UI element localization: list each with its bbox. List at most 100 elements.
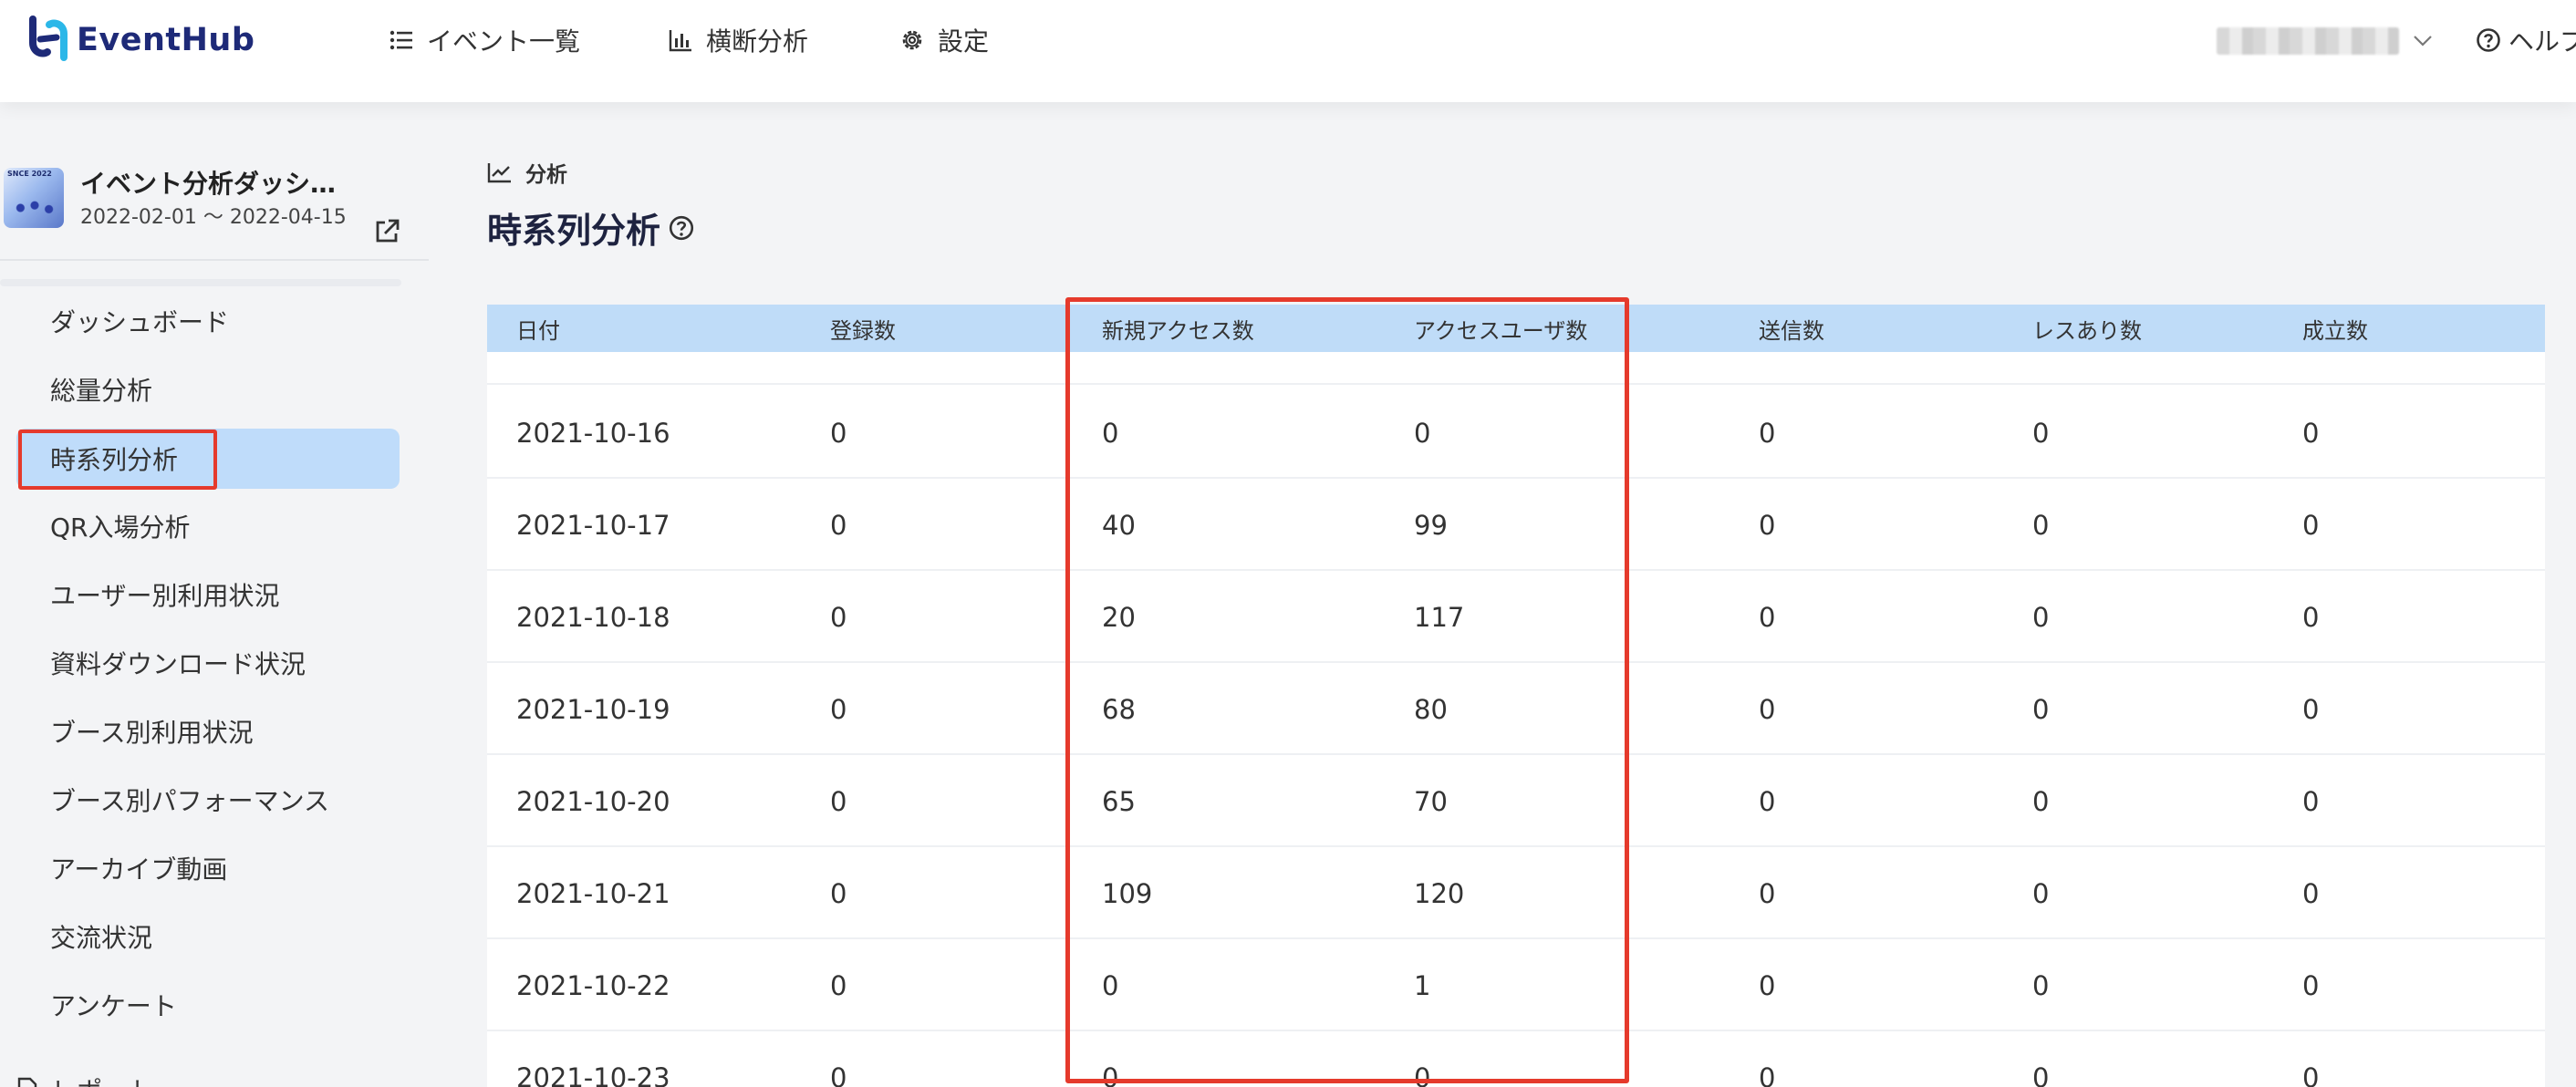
chevron-down-icon[interactable] — [2412, 31, 2434, 53]
sidebar-item-dashboard[interactable]: ダッシュボード — [0, 291, 400, 351]
bar-chart-icon — [668, 27, 693, 53]
sidebar-item-user-usage[interactable]: ユーザー別利用状況 — [0, 564, 400, 625]
nav-settings[interactable]: 設定 — [899, 22, 989, 58]
cell-matched: 0 — [2302, 601, 2320, 633]
cell-new-access: 0 — [1102, 1061, 1119, 1087]
event-title: イベント分析ダッシ… — [80, 169, 337, 199]
sidebar-item-label: ブース別利用状況 — [50, 718, 254, 748]
event-thumbnail-label: SNCE 2022 — [7, 170, 52, 178]
cell-new-access: 68 — [1102, 693, 1136, 725]
event-thumbnail: SNCE 2022 — [4, 168, 64, 228]
sidebar-scroll-shadow — [0, 279, 401, 286]
gear-icon — [899, 27, 925, 53]
cell-new-access: 0 — [1102, 969, 1119, 1001]
table-spacer — [487, 352, 2545, 385]
help-circle-icon — [2476, 27, 2501, 53]
cell-replied: 0 — [2032, 785, 2050, 817]
column-header-sent[interactable]: 送信数 — [1759, 305, 1824, 352]
column-header-access-users[interactable]: アクセスユーザ数 — [1414, 305, 1587, 352]
cell-registrations: 0 — [830, 785, 847, 817]
sidebar-item-label: 資料ダウンロード状況 — [50, 649, 306, 679]
cell-date: 2021-10-23 — [516, 1061, 670, 1087]
cell-matched: 0 — [2302, 877, 2320, 909]
sidebar: SNCE 2022 イベント分析ダッシ… 2022-02-01 〜 2022-0… — [0, 102, 429, 1087]
cell-new-access: 109 — [1102, 877, 1153, 909]
cell-access-users: 70 — [1414, 785, 1448, 817]
cell-new-access: 65 — [1102, 785, 1136, 817]
help-circle-icon[interactable] — [668, 214, 695, 242]
cell-new-access: 0 — [1102, 417, 1119, 449]
cell-matched: 0 — [2302, 1061, 2320, 1087]
cell-replied: 0 — [2032, 601, 2050, 633]
sidebar-item-qr-entry-analysis[interactable]: QR入場分析 — [0, 496, 400, 556]
cell-date: 2021-10-19 — [516, 693, 670, 725]
cell-replied: 0 — [2032, 693, 2050, 725]
event-dates: 2022-02-01 〜 2022-04-15 — [80, 206, 347, 229]
cell-registrations: 0 — [830, 693, 847, 725]
cell-access-users: 99 — [1414, 509, 1448, 541]
cell-access-users: 120 — [1414, 877, 1465, 909]
cell-date: 2021-10-16 — [516, 417, 670, 449]
help-link[interactable]: ヘルプ — [2476, 22, 2576, 58]
column-header-date[interactable]: 日付 — [516, 305, 560, 352]
cell-date: 2021-10-22 — [516, 969, 670, 1001]
sidebar-item-label: アーカイブ動画 — [50, 854, 228, 885]
table-row: 2021-10-17 0 40 99 0 0 0 — [487, 479, 2545, 571]
cell-registrations: 0 — [830, 877, 847, 909]
timeseries-table: 日付 登録数 新規アクセス数 アクセスユーザ数 送信数 レスあり数 成立数 20… — [487, 305, 2545, 1087]
eventhub-logo[interactable]: EventHub — [27, 15, 254, 66]
cell-sent: 0 — [1759, 509, 1776, 541]
user-menu[interactable] — [2217, 27, 2399, 55]
column-header-registrations[interactable]: 登録数 — [830, 305, 896, 352]
sidebar-item-label: 交流状況 — [50, 923, 153, 953]
cell-replied: 0 — [2032, 1061, 2050, 1087]
cell-replied: 0 — [2032, 417, 2050, 449]
table-row: 2021-10-22 0 0 1 0 0 0 — [487, 939, 2545, 1031]
cell-sent: 0 — [1759, 417, 1776, 449]
sidebar-item-label: ユーザー別利用状況 — [50, 581, 280, 611]
sidebar-item-label: アンケート — [50, 991, 177, 1021]
external-link-icon[interactable] — [372, 217, 401, 250]
cell-registrations: 0 — [830, 417, 847, 449]
table-row: 2021-10-19 0 68 80 0 0 0 — [487, 663, 2545, 755]
sidebar-divider — [0, 259, 429, 261]
cell-sent: 0 — [1759, 601, 1776, 633]
sidebar-item-timeseries-analysis[interactable]: 時系列分析 — [16, 429, 400, 489]
table-row: 2021-10-16 0 0 0 0 0 0 — [487, 387, 2545, 479]
nav-cross-analysis[interactable]: 横断分析 — [668, 22, 808, 58]
sidebar-item-booth-performance[interactable]: ブース別パフォーマンス — [0, 770, 400, 830]
sidebar-item-label: 総量分析 — [50, 376, 153, 406]
nav-event-list[interactable]: イベント一覧 — [389, 22, 580, 58]
eventhub-logo-icon — [27, 16, 69, 65]
table-row: 2021-10-18 0 20 117 0 0 0 — [487, 571, 2545, 663]
column-header-replied[interactable]: レスあり数 — [2032, 305, 2142, 352]
sidebar-item-report[interactable]: レポート — [0, 1060, 400, 1087]
cell-date: 2021-10-21 — [516, 877, 670, 909]
cell-registrations: 0 — [830, 509, 847, 541]
sidebar-item-document-downloads[interactable]: 資料ダウンロード状況 — [0, 633, 400, 693]
cell-date: 2021-10-17 — [516, 509, 670, 541]
cell-replied: 0 — [2032, 969, 2050, 1001]
list-icon — [389, 27, 414, 53]
sidebar-item-survey[interactable]: アンケート — [0, 975, 400, 1035]
top-header: EventHub イベント一覧 横断分析 設定 ヘルプ — [0, 0, 2576, 102]
cell-sent: 0 — [1759, 1061, 1776, 1087]
event-card: SNCE 2022 イベント分析ダッシ… 2022-02-01 〜 2022-0… — [0, 150, 429, 268]
cell-matched: 0 — [2302, 785, 2320, 817]
logo-text: EventHub — [77, 22, 255, 58]
event-thumbnail-art — [11, 195, 58, 221]
column-header-new-access[interactable]: 新規アクセス数 — [1102, 305, 1254, 352]
table-row: 2021-10-21 0 109 120 0 0 0 — [487, 847, 2545, 939]
cell-registrations: 0 — [830, 1061, 847, 1087]
cell-access-users: 0 — [1414, 417, 1431, 449]
column-header-matched[interactable]: 成立数 — [2302, 305, 2368, 352]
cell-date: 2021-10-18 — [516, 601, 670, 633]
trend-line-icon — [487, 161, 513, 183]
sidebar-item-archive-video[interactable]: アーカイブ動画 — [0, 838, 400, 898]
cell-access-users: 117 — [1414, 601, 1465, 633]
sidebar-item-volume-analysis[interactable]: 総量分析 — [0, 359, 400, 419]
sidebar-item-networking[interactable]: 交流状況 — [0, 906, 400, 967]
cell-replied: 0 — [2032, 509, 2050, 541]
table-row: 2021-10-23 0 0 0 0 0 0 — [487, 1031, 2545, 1087]
sidebar-item-booth-usage[interactable]: ブース別利用状況 — [0, 701, 400, 761]
